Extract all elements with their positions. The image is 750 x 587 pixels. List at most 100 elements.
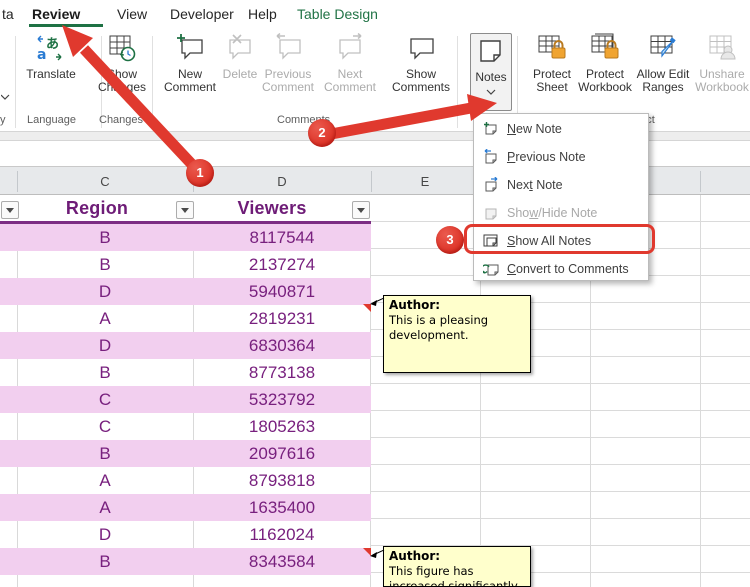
button-label: Workbook <box>695 80 749 94</box>
column-header-e[interactable]: E <box>421 174 430 189</box>
button-label: Comment <box>262 80 314 94</box>
unshare-workbook-button: Unshare Workbook <box>687 33 750 94</box>
chevron-down-icon[interactable] <box>486 89 496 95</box>
menu-item-previous-note[interactable]: Previous Note <box>474 143 648 171</box>
ribbon-tab-bar: ta Review View Developer Help Table Desi… <box>0 0 750 28</box>
region-cell[interactable]: C <box>99 413 111 440</box>
region-cell[interactable]: B <box>99 548 110 575</box>
region-cell[interactable]: B <box>99 359 110 386</box>
svg-text:あ: あ <box>46 37 59 52</box>
viewers-cell[interactable]: 8773138 <box>249 359 315 386</box>
translate-button[interactable]: あ a Translate <box>20 33 82 81</box>
table-row[interactable]: C 5323792 <box>0 386 371 413</box>
tab-developer[interactable]: Developer <box>170 6 234 22</box>
notes-button[interactable]: Notes <box>470 33 512 111</box>
previous-note-icon <box>483 149 499 165</box>
region-cell[interactable]: A <box>99 305 110 332</box>
viewers-cell[interactable]: 5940871 <box>249 278 315 305</box>
protect-workbook-icon <box>574 33 636 65</box>
unshare-workbook-icon <box>687 33 750 65</box>
viewers-cell[interactable]: 1805263 <box>249 413 315 440</box>
group-label-changes: Changes <box>99 114 143 126</box>
table-row[interactable]: A 1635400 <box>0 494 371 521</box>
show-changes-button[interactable]: Show Changes <box>91 33 153 94</box>
table-row[interactable]: A 2819231 <box>0 305 371 332</box>
viewers-cell[interactable]: 8793818 <box>249 467 315 494</box>
table-row[interactable]: D 5940871 <box>0 278 371 305</box>
filter-button-viewers[interactable] <box>352 201 370 219</box>
viewers-cell[interactable]: 1635400 <box>249 494 315 521</box>
table-row[interactable]: D 1162024 <box>0 521 371 548</box>
viewers-cell[interactable]: 8343584 <box>249 548 315 575</box>
region-cell[interactable]: A <box>99 494 110 521</box>
region-cell[interactable]: B <box>99 440 110 467</box>
chevron-down-icon[interactable] <box>1 94 11 100</box>
step3-highlight-box <box>464 224 655 254</box>
note-indicator-triangle <box>363 548 371 556</box>
menu-item-new-note[interactable]: New Note <box>474 115 648 143</box>
next-note-icon <box>483 177 499 193</box>
show-comments-button[interactable]: Show Comments <box>390 33 452 94</box>
table-row[interactable]: A 8793818 <box>0 467 371 494</box>
table-row[interactable]: B 8117544 <box>0 224 371 251</box>
viewers-cell[interactable]: 2137274 <box>249 251 315 278</box>
button-label: Protect <box>586 67 624 81</box>
tab-view[interactable]: View <box>117 6 147 22</box>
tab-help[interactable]: Help <box>248 6 277 22</box>
button-label: Allow Edit <box>637 67 690 81</box>
table-row[interactable]: B 2137274 <box>0 251 371 278</box>
protect-workbook-button[interactable]: Protect Workbook <box>574 33 636 94</box>
note-body: This is a pleasing development. <box>389 313 488 342</box>
viewers-cell[interactable]: 2819231 <box>249 305 315 332</box>
show-hide-note-icon <box>483 205 499 221</box>
viewers-cell[interactable]: 1162024 <box>250 521 315 548</box>
column-separator <box>371 171 372 192</box>
ribbon-separator <box>457 36 458 128</box>
filter-button-region[interactable] <box>176 201 194 219</box>
table-row[interactable]: B 8343584 <box>0 548 371 575</box>
button-label: Show <box>107 67 137 81</box>
active-tab-underline <box>29 24 103 27</box>
svg-text:a: a <box>37 47 46 63</box>
region-cell[interactable]: D <box>99 332 111 359</box>
viewers-cell[interactable]: 6830364 <box>249 332 315 359</box>
convert-to-comments-icon <box>483 261 499 277</box>
note-box-1[interactable]: Author: This is a pleasing development. <box>383 295 531 373</box>
viewers-cell[interactable]: 8117544 <box>250 224 315 251</box>
column-header-d[interactable]: D <box>277 174 286 189</box>
button-label: New <box>178 67 202 81</box>
menu-item-next-note[interactable]: Next Note <box>474 171 648 199</box>
viewers-cell[interactable]: 2097616 <box>249 440 315 467</box>
region-cell[interactable]: D <box>99 278 111 305</box>
tab-review[interactable]: Review <box>32 6 80 22</box>
table-row[interactable]: C 1805263 <box>0 413 371 440</box>
button-label: Sheet <box>536 80 567 94</box>
button-label: Previous <box>265 67 312 81</box>
region-cell[interactable]: A <box>99 467 110 494</box>
filter-button[interactable] <box>1 201 19 219</box>
tab-table-design[interactable]: Table Design <box>297 6 378 22</box>
viewers-cell[interactable]: 5323792 <box>249 386 315 413</box>
step2-badge: 2 <box>308 119 336 147</box>
region-cell[interactable]: B <box>99 251 110 278</box>
new-note-icon <box>483 121 499 137</box>
tab-data-fragment[interactable]: ta <box>2 6 14 22</box>
translate-icon: あ a <box>20 33 82 65</box>
new-comment-icon <box>159 33 221 65</box>
gridline <box>700 195 701 587</box>
button-label: Changes <box>98 80 146 94</box>
button-label: Delete <box>223 67 258 81</box>
column-header-c[interactable]: C <box>100 174 109 189</box>
region-cell[interactable]: B <box>99 224 110 251</box>
note-box-2[interactable]: Author: This figure has increased signif… <box>383 546 531 587</box>
notes-icon <box>471 38 511 68</box>
table-row[interactable]: B 8773138 <box>0 359 371 386</box>
table-row[interactable]: B 2097616 <box>0 440 371 467</box>
new-comment-button[interactable]: New Comment <box>159 33 221 94</box>
menu-item-convert-to-comments[interactable]: Convert to Comments <box>474 255 648 283</box>
group-label-fragment: y <box>0 114 6 126</box>
table-row[interactable]: D 6830364 <box>0 332 371 359</box>
next-comment-button: Next Comment <box>319 33 381 94</box>
region-cell[interactable]: C <box>99 386 111 413</box>
region-cell[interactable]: D <box>99 521 111 548</box>
